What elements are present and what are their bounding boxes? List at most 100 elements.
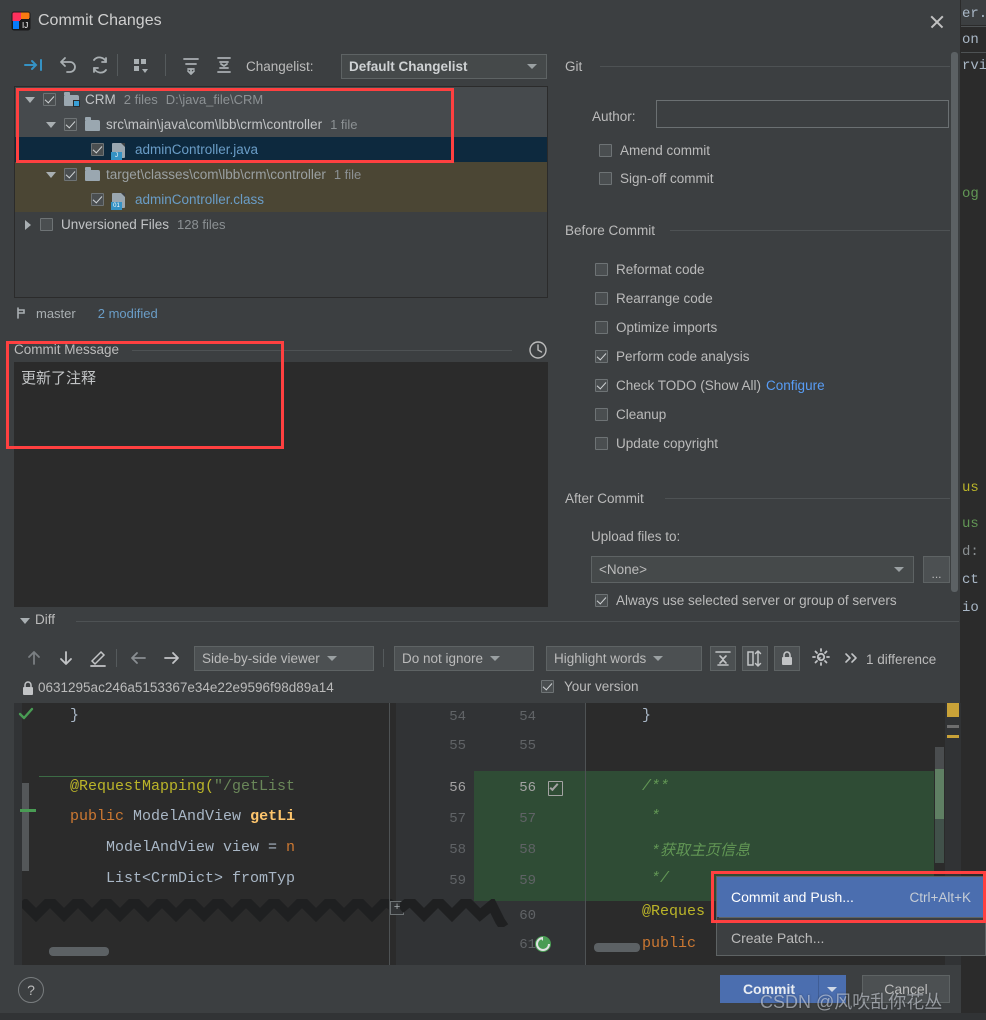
lock-icon[interactable] [774, 646, 800, 671]
always-use-server-checkbox[interactable]: Always use selected server or group of s… [595, 593, 897, 608]
ide-fragment-4: us [962, 480, 979, 496]
clock-history-icon[interactable] [528, 340, 548, 360]
changelist-dropdown[interactable]: Default Changelist [341, 54, 547, 79]
your-version-checkbox[interactable]: Your version [541, 679, 639, 694]
browse-servers-button[interactable]: ... [923, 556, 950, 583]
row-checkbox[interactable] [64, 168, 77, 181]
row-name: CRM [85, 92, 116, 107]
diff-left-pane[interactable]: } @RequestMapping("/getList public Model… [14, 703, 396, 965]
perform-code-analysis-checkbox[interactable]: Perform code analysis [595, 349, 750, 364]
arrow-left-icon[interactable] [126, 646, 150, 670]
author-field[interactable] [656, 100, 949, 128]
folded-region-indicator-right [400, 899, 509, 927]
chevron-down-icon [527, 64, 537, 69]
amend-commit-checkbox[interactable]: Amend commit [599, 143, 710, 158]
rearrange-code-checkbox[interactable]: Rearrange code [595, 291, 713, 306]
viewer-mode-dropdown[interactable]: Side-by-side viewer [194, 646, 374, 671]
commit-message-label: Commit Message [14, 342, 120, 357]
table-row[interactable]: target\classes\com\lbb\crm\controller 1 … [15, 162, 547, 187]
lock-icon [21, 680, 35, 696]
table-row[interactable]: CRM 2 files D:\java_file\CRM [15, 87, 547, 112]
scrollbar-thumb[interactable] [951, 52, 958, 592]
reformat-code-checkbox[interactable]: Reformat code [595, 262, 705, 277]
commit-button[interactable]: Commit [720, 975, 818, 1003]
code-line: } [606, 707, 652, 724]
diff-revision-row: 0631295ac246a5153367e34e22e9596f98d89a14… [0, 676, 961, 700]
row-checkbox[interactable] [64, 118, 77, 131]
group-by-icon[interactable] [128, 52, 154, 78]
collapse-all-icon[interactable] [211, 52, 237, 78]
arrow-right-icon[interactable] [160, 646, 184, 670]
arrow-down-icon[interactable] [54, 646, 78, 670]
check-todo-checkbox[interactable]: Check TODO (Show All) Configure [595, 378, 825, 393]
row-checkbox[interactable] [91, 143, 104, 156]
create-patch-menu-item[interactable]: Create Patch... [717, 918, 985, 958]
toolbar-divider-2 [165, 54, 166, 76]
show-diff-icon[interactable] [20, 52, 46, 78]
before-commit-title: Before Commit [565, 223, 656, 238]
accept-change-checkbox[interactable] [548, 781, 563, 796]
sync-scroll-icon[interactable] [742, 646, 768, 671]
row-checkbox[interactable] [40, 218, 53, 231]
table-row[interactable]: src\main\java\com\lbb\crm\controller 1 f… [15, 112, 547, 137]
checkbox-box [595, 408, 608, 421]
folder-icon [85, 166, 101, 183]
refresh-icon[interactable] [87, 52, 113, 78]
collapse-unchanged-icon[interactable] [710, 646, 736, 671]
upload-target-dropdown[interactable]: <None> [591, 556, 914, 583]
cancel-button[interactable]: Cancel [862, 975, 950, 1003]
highlight-mode-dropdown[interactable]: Highlight words [546, 646, 702, 671]
line-number: 55 [449, 738, 466, 754]
checkbox-label: Rearrange code [616, 291, 713, 306]
row-checkbox[interactable] [43, 93, 56, 106]
chevron-down-icon[interactable] [46, 171, 56, 178]
checkbox-box [595, 321, 608, 334]
line-number: 58 [519, 842, 536, 858]
chevron-down-icon[interactable] [46, 121, 56, 128]
java-badge: J [111, 151, 122, 160]
help-button[interactable]: ? [18, 977, 44, 1003]
checkbox-label: Check TODO (Show All) [616, 378, 762, 393]
section-divider [132, 350, 512, 351]
checkbox-box [599, 144, 612, 157]
chevron-right-icon[interactable] [25, 219, 31, 230]
upload-files-label: Upload files to: [591, 529, 681, 544]
commit-dropdown-button[interactable] [818, 975, 846, 1003]
chevron-down-icon[interactable] [20, 618, 30, 624]
chevron-down-icon [326, 656, 337, 661]
expand-all-icon[interactable] [178, 52, 204, 78]
row-count: 2 files [123, 92, 158, 107]
changed-files-tree[interactable]: CRM 2 files D:\java_file\CRM src\main\ja… [14, 86, 548, 298]
chevron-down-icon [894, 567, 904, 572]
commit-dropdown-menu[interactable]: Commit and Push... Ctrl+Alt+K Create Pat… [716, 876, 986, 956]
vcs-revert-icon[interactable] [534, 935, 552, 958]
pencil-icon[interactable] [86, 646, 110, 670]
diff-toolbar-divider-1 [116, 649, 117, 667]
chevron-down-icon[interactable] [25, 96, 35, 103]
options-scrollbar[interactable] [950, 52, 959, 612]
modified-count[interactable]: 2 modified [98, 306, 158, 321]
commit-changes-window: er.j on rvi og us us d: ct io [0, 0, 986, 1020]
table-row[interactable]: J adminController.java [15, 137, 547, 162]
line-number: 59 [449, 873, 466, 889]
commit-message-input[interactable]: 更新了注释 [14, 362, 548, 607]
table-row[interactable]: 01 adminController.class [15, 187, 547, 212]
optimize-imports-checkbox[interactable]: Optimize imports [595, 320, 717, 335]
row-name: adminController.java [135, 142, 259, 157]
arrow-up-icon[interactable] [22, 646, 46, 670]
update-copyright-checkbox[interactable]: Update copyright [595, 436, 718, 451]
chevron-double-right-icon[interactable] [838, 646, 862, 670]
sign-off-commit-checkbox[interactable]: Sign-off commit [599, 171, 714, 186]
row-checkbox[interactable] [91, 193, 104, 206]
commit-and-push-menu-item[interactable]: Commit and Push... Ctrl+Alt+K [717, 877, 985, 917]
ignore-mode-dropdown[interactable]: Do not ignore [394, 646, 534, 671]
gear-icon[interactable] [810, 646, 834, 670]
cleanup-checkbox[interactable]: Cleanup [595, 407, 666, 422]
revert-icon[interactable] [54, 52, 80, 78]
row-path: D:\java_file\CRM [165, 92, 264, 107]
configure-todo-link[interactable]: Configure [766, 378, 825, 393]
checkbox-label: Update copyright [616, 436, 719, 451]
checkbox-label: Optimize imports [616, 320, 718, 335]
table-row[interactable]: Unversioned Files 128 files [15, 212, 547, 237]
close-icon[interactable] [925, 10, 949, 34]
